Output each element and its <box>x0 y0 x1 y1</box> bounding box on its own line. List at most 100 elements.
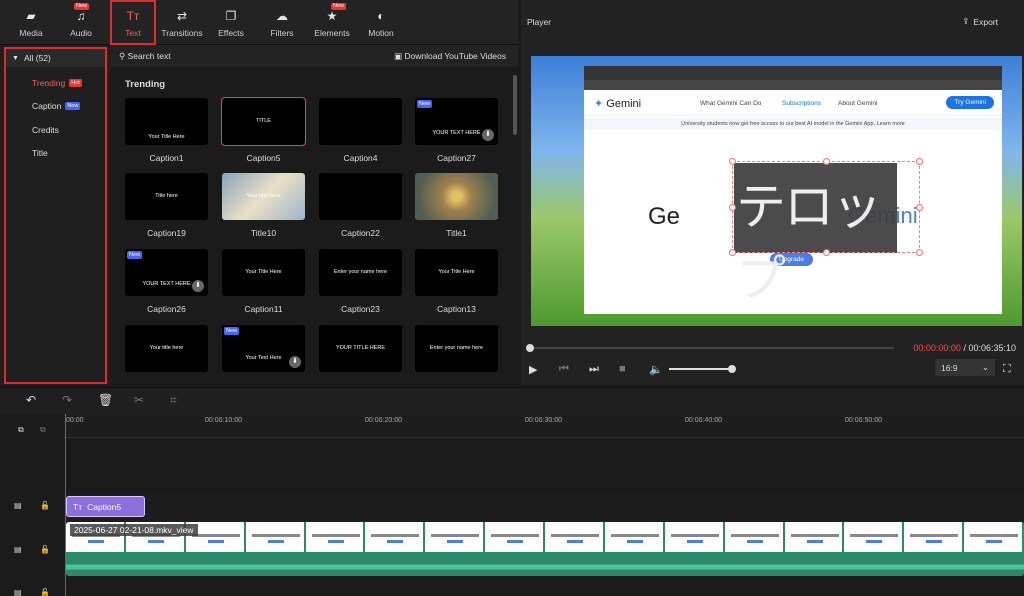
resize-handle[interactable] <box>823 249 830 256</box>
template-thumbnail[interactable]: Your Title Here <box>415 249 498 296</box>
template-label: Caption11 <box>244 304 283 314</box>
section-title: Trending <box>125 79 166 90</box>
tool-filters[interactable]: ☁ Filters <box>260 0 304 45</box>
frame-text-line <box>610 534 659 537</box>
template-thumbnail[interactable]: YOUR TEXT HERE New ⬇ <box>415 98 498 145</box>
resize-handle[interactable] <box>823 158 830 165</box>
fullscreen-icon[interactable]: ⛶ <box>1003 363 1011 376</box>
video-frame <box>724 522 785 552</box>
playhead[interactable] <box>65 414 66 596</box>
audio-waveform <box>66 558 1024 576</box>
template-label: Caption5 <box>246 153 281 163</box>
template-thumbnail[interactable]: Your text here <box>222 173 305 220</box>
volume-knob[interactable] <box>728 365 736 373</box>
resize-handle[interactable] <box>916 158 923 165</box>
tool-media[interactable]: ▰ Media <box>10 0 52 45</box>
download-icon[interactable]: ⬇ <box>482 129 494 141</box>
active-tool-highlight <box>110 0 156 45</box>
timeline-ruler[interactable]: 00:00 00:00:10:00 00:00:20:00 00:00:30:0… <box>64 414 1024 438</box>
lock-icon[interactable]: 🔓 <box>40 588 104 596</box>
time-display: 00:00:00:00 / 00:06:35:10 <box>913 343 1016 353</box>
telop-overlay[interactable]: テロップ <box>729 158 923 307</box>
selection-frame <box>732 161 920 253</box>
browser-addressbar <box>584 80 1002 90</box>
template-thumbnail[interactable] <box>415 173 498 220</box>
resize-handle[interactable] <box>729 249 736 256</box>
template-thumbnail[interactable] <box>319 173 402 220</box>
frame-button <box>387 540 404 543</box>
tick-label: 00:00 <box>66 417 84 424</box>
template-thumbnail[interactable]: Title here <box>125 173 208 220</box>
frame-button <box>267 540 284 543</box>
thumbnail-text: YOUR TITLE HERE <box>335 345 386 351</box>
search-input[interactable]: ⚲ Search text <box>119 51 171 62</box>
text-icon: Tт <box>73 501 83 512</box>
previous-frame-icon[interactable]: ⏮ <box>559 363 569 376</box>
tool-effects[interactable]: ❐ Effects <box>208 0 254 45</box>
gemini-nav-link: About Gemini <box>838 100 878 107</box>
progress-knob[interactable] <box>526 344 534 352</box>
thumbnail-text: Enter your name here <box>429 345 484 351</box>
new-badge: New <box>417 100 433 108</box>
tool-text[interactable]: Tт Text <box>110 0 156 45</box>
video-clip[interactable]: 2025-06-27 02-21-08.mkv_view <box>66 522 1024 576</box>
stop-icon[interactable]: ■ <box>619 363 626 375</box>
aspect-ratio-select[interactable]: 16:9 ⌄ <box>935 359 995 376</box>
gemini-nav-link: Subscriptions <box>782 100 822 107</box>
preview-stage[interactable]: ✦ Gemini What Gemini Can Do Subscription… <box>531 56 1022 326</box>
tool-audio[interactable]: New ♫ Audio <box>60 0 102 45</box>
redo-icon[interactable]: ↷ <box>62 393 72 407</box>
caption-clip[interactable]: Tт Caption5 <box>66 496 145 517</box>
tool-elements[interactable]: New ★ Elements <box>309 0 355 45</box>
download-icon[interactable]: ⬇ <box>289 356 301 368</box>
video-clip-name: 2025-06-27 02-21-08.mkv_view <box>70 524 198 536</box>
volume-icon[interactable]: 🔈 <box>649 363 663 376</box>
layers-icon: ❐ <box>225 8 237 23</box>
cut-icon[interactable]: ✂ <box>134 393 144 407</box>
template-label: Caption27 <box>437 153 476 163</box>
frame-text-line <box>491 534 540 537</box>
resize-handle[interactable] <box>916 204 923 211</box>
next-frame-icon[interactable]: ⏭ <box>589 363 599 376</box>
video-frame <box>485 522 545 552</box>
thumbnail-text: TITLE <box>256 118 271 124</box>
template-thumbnail[interactable]: Your Title Here <box>125 98 208 145</box>
delete-icon[interactable]: 🗑 <box>98 393 113 407</box>
export-button[interactable]: ⇪ Export <box>962 16 998 27</box>
undo-icon[interactable]: ↶ <box>26 393 36 407</box>
frame-text-line <box>730 534 779 537</box>
template-thumbnail[interactable]: Enter your name here <box>415 325 498 372</box>
resize-handle[interactable] <box>916 249 923 256</box>
cloud-icon: ☁ <box>276 8 288 23</box>
template-thumbnail[interactable]: Enter your name here <box>319 249 402 296</box>
download-icon[interactable]: ⬇ <box>192 280 204 292</box>
top-toolbar: ▰ Media New ♫ Audio Tт Text ⇄ Transition… <box>0 0 518 45</box>
tool-transitions[interactable]: ⇄ Transitions <box>158 0 206 45</box>
crop-icon[interactable]: ⌗ <box>170 393 177 408</box>
template-label: Caption1 <box>149 153 184 163</box>
resize-handle[interactable] <box>729 204 736 211</box>
playback-progress-bar[interactable] <box>526 344 894 352</box>
template-thumbnail[interactable]: YOUR TEXT HERE New ⬇ <box>125 249 208 296</box>
volume-slider[interactable] <box>669 365 736 373</box>
template-thumbnail[interactable] <box>319 98 402 145</box>
tool-motion[interactable]: ◐ Motion <box>361 0 401 45</box>
new-badge: New <box>74 3 90 10</box>
template-thumbnail[interactable]: Your Title Here <box>222 249 305 296</box>
frame-button <box>88 540 104 543</box>
template-thumbnail[interactable]: Your title here <box>125 325 208 372</box>
video-frame <box>545 522 605 552</box>
content-scrollbar[interactable] <box>513 75 517 135</box>
resize-handle[interactable] <box>729 158 736 165</box>
template-thumbnail[interactable]: TITLE <box>221 97 306 146</box>
template-thumbnail[interactable]: Your Text Here New ⬇ <box>222 325 305 372</box>
template-thumbnail[interactable]: YOUR TITLE HERE <box>319 325 402 372</box>
gemini-heading-left: Ge <box>648 203 681 230</box>
play-icon[interactable]: ▶ <box>529 363 537 376</box>
browser-tabbar <box>584 66 1002 80</box>
template-label: Caption23 <box>341 304 380 314</box>
download-youtube-button[interactable]: ▣ Download YouTube Videos <box>394 51 506 62</box>
frame-text-line <box>910 534 959 537</box>
frame-button <box>327 540 344 543</box>
video-frame <box>904 522 965 552</box>
